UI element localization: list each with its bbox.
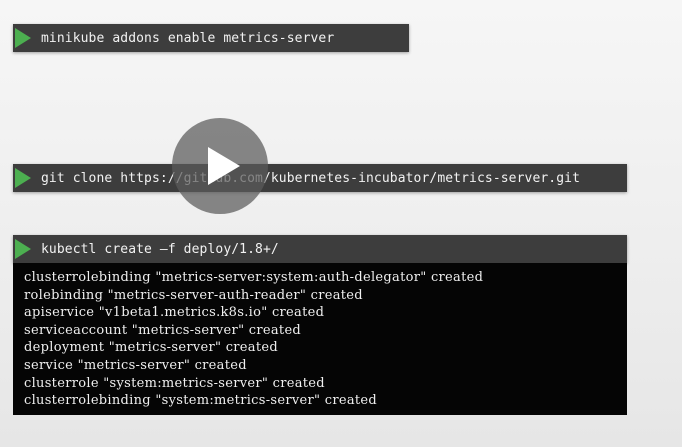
output-line: clusterrole "system:metrics-server" crea…	[24, 375, 325, 391]
prompt-triangle-icon	[15, 239, 31, 259]
terminal-output: clusterrolebinding "metrics-server:syste…	[13, 263, 627, 415]
command-text: minikube addons enable metrics-server	[41, 30, 335, 46]
command-bar-git-clone: git clone https://github.com/kubernetes-…	[13, 164, 627, 192]
output-line: service "metrics-server" created	[24, 357, 247, 373]
output-line: serviceaccount "metrics-server" created	[24, 322, 302, 338]
output-line: clusterrolebinding "metrics-server:syste…	[24, 270, 484, 285]
prompt-triangle-icon	[15, 28, 31, 48]
output-line: rolebinding "metrics-server-auth-reader"…	[24, 287, 363, 303]
output-line: apiservice "v1beta1.metrics.k8s.io" crea…	[24, 305, 325, 321]
command-text: kubectl create –f deploy/1.8+/	[41, 241, 279, 257]
output-line: deployment "metrics-server" created	[24, 340, 278, 356]
command-bar-enable-addon: minikube addons enable metrics-server	[13, 24, 409, 52]
command-bar-kubectl-create: kubectl create –f deploy/1.8+/	[13, 235, 627, 263]
play-icon	[208, 147, 240, 185]
video-play-button[interactable]	[172, 118, 268, 214]
prompt-triangle-icon	[15, 168, 31, 188]
output-line: clusterrolebinding "system:metrics-serve…	[24, 393, 378, 409]
command-text: git clone https://github.com/kubernetes-…	[41, 170, 581, 186]
